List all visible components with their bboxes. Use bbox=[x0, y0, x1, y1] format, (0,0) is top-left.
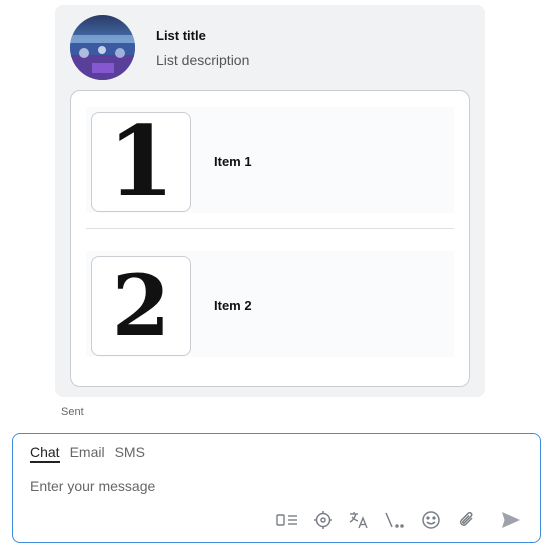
item-divider bbox=[86, 228, 454, 229]
message-status: Sent bbox=[61, 406, 84, 418]
list-card: List title List description 1 Item 1 2 I… bbox=[55, 5, 485, 397]
item-2-thumbnail-glyph: 2 bbox=[111, 256, 171, 355]
composer-toolbar bbox=[276, 509, 522, 531]
item-1-thumbnail: 1 bbox=[91, 112, 191, 212]
attachment-icon[interactable] bbox=[456, 509, 478, 531]
channel-tabs: Chat Email SMS bbox=[30, 444, 145, 463]
list-item[interactable]: 1 Item 1 bbox=[86, 107, 454, 213]
item-1-thumbnail-glyph: 1 bbox=[107, 112, 175, 212]
location-icon[interactable] bbox=[312, 509, 334, 531]
emoji-icon[interactable] bbox=[420, 509, 442, 531]
list-description: List description bbox=[156, 52, 250, 68]
item-1-label: Item 1 bbox=[214, 154, 252, 169]
tab-sms[interactable]: SMS bbox=[115, 444, 145, 463]
message-composer: Chat Email SMS bbox=[12, 433, 541, 543]
tab-email[interactable]: Email bbox=[70, 444, 105, 463]
item-2-thumbnail: 2 bbox=[91, 256, 191, 356]
tab-chat[interactable]: Chat bbox=[30, 444, 60, 463]
translate-icon[interactable] bbox=[348, 509, 370, 531]
chat-window: List title List description 1 Item 1 2 I… bbox=[0, 0, 553, 548]
list-items: 1 Item 1 2 Item 2 bbox=[70, 90, 470, 387]
signature-icon[interactable] bbox=[384, 509, 406, 531]
item-2-label: Item 2 bbox=[214, 298, 252, 313]
message-input[interactable] bbox=[30, 478, 510, 494]
list-title: List title bbox=[156, 28, 206, 43]
list-avatar bbox=[70, 15, 135, 80]
list-item[interactable]: 2 Item 2 bbox=[86, 251, 454, 357]
canned-responses-icon[interactable] bbox=[276, 509, 298, 531]
send-icon[interactable] bbox=[500, 509, 522, 531]
